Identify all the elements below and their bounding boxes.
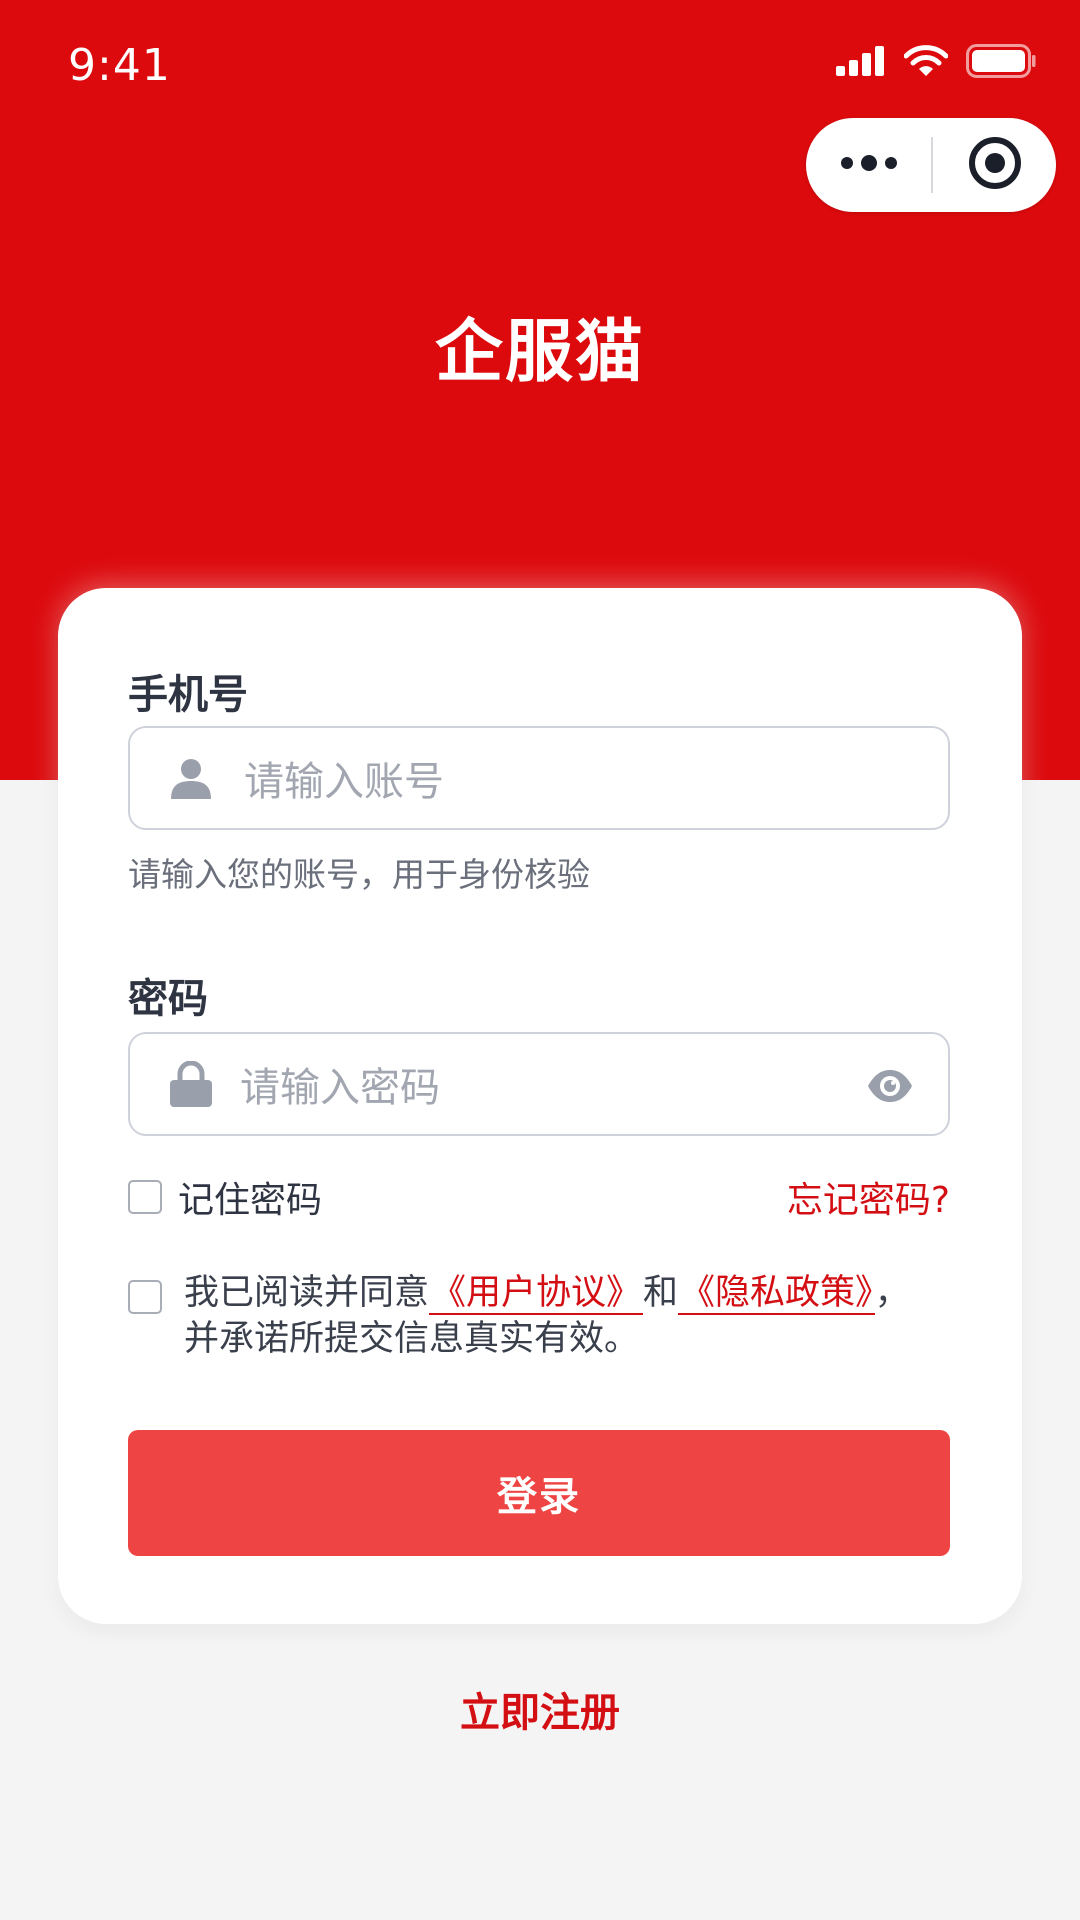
remember-password-toggle[interactable]: 记住密码 bbox=[128, 1171, 322, 1223]
user-agreement-link[interactable]: 《用户协议》 bbox=[429, 1273, 644, 1315]
signal-icon bbox=[836, 46, 886, 76]
wifi-icon bbox=[904, 45, 948, 77]
login-card: 手机号 请输入账号 请输入您的账号，用于身份核验 密码 请输入密码 记住密码 忘… bbox=[58, 588, 1022, 1624]
phone-label: 手机号 bbox=[128, 672, 248, 718]
status-time: 9:41 bbox=[68, 40, 171, 91]
phone-input[interactable]: 请输入账号 bbox=[128, 726, 950, 830]
remember-label: 记住密码 bbox=[178, 1180, 323, 1221]
remember-checkbox[interactable] bbox=[128, 1180, 162, 1214]
register-link[interactable]: 立即注册 bbox=[0, 1680, 1080, 1738]
phone-placeholder: 请输入账号 bbox=[244, 759, 444, 805]
login-button[interactable]: 登录 bbox=[128, 1430, 950, 1556]
agreement-conjunction: 和 bbox=[643, 1273, 679, 1313]
mini-program-capsule bbox=[806, 118, 1056, 212]
lock-icon bbox=[168, 1061, 214, 1107]
status-icons bbox=[836, 44, 1036, 78]
user-icon bbox=[168, 755, 214, 801]
agreement-checkbox[interactable] bbox=[128, 1280, 162, 1314]
page-title: 企服猫 bbox=[434, 313, 645, 392]
battery-icon bbox=[966, 44, 1036, 78]
password-placeholder: 请输入密码 bbox=[240, 1065, 440, 1111]
phone-hint: 请输入您的账号，用于身份核验 bbox=[128, 855, 590, 894]
more-dots-icon bbox=[839, 153, 899, 177]
remember-row: 记住密码 忘记密码? bbox=[128, 1172, 950, 1222]
agreement-row: 我已阅读并同意《用户协议》和《隐私政策》，并承诺所提交信息真实有效。 bbox=[128, 1270, 950, 1362]
eye-icon[interactable] bbox=[866, 1062, 914, 1110]
agreement-prefix: 我已阅读并同意 bbox=[184, 1273, 430, 1313]
close-mini-program-button[interactable] bbox=[933, 118, 1056, 212]
forgot-password-link[interactable]: 忘记密码? bbox=[787, 1171, 950, 1223]
agreement-text: 我已阅读并同意《用户协议》和《隐私政策》，并承诺所提交信息真实有效。 bbox=[184, 1270, 944, 1362]
privacy-policy-link[interactable]: 《隐私政策》 bbox=[678, 1273, 875, 1315]
password-label: 密码 bbox=[128, 976, 208, 1022]
password-input[interactable]: 请输入密码 bbox=[128, 1032, 950, 1136]
close-target-icon bbox=[967, 135, 1023, 195]
more-menu-button[interactable] bbox=[806, 118, 931, 212]
